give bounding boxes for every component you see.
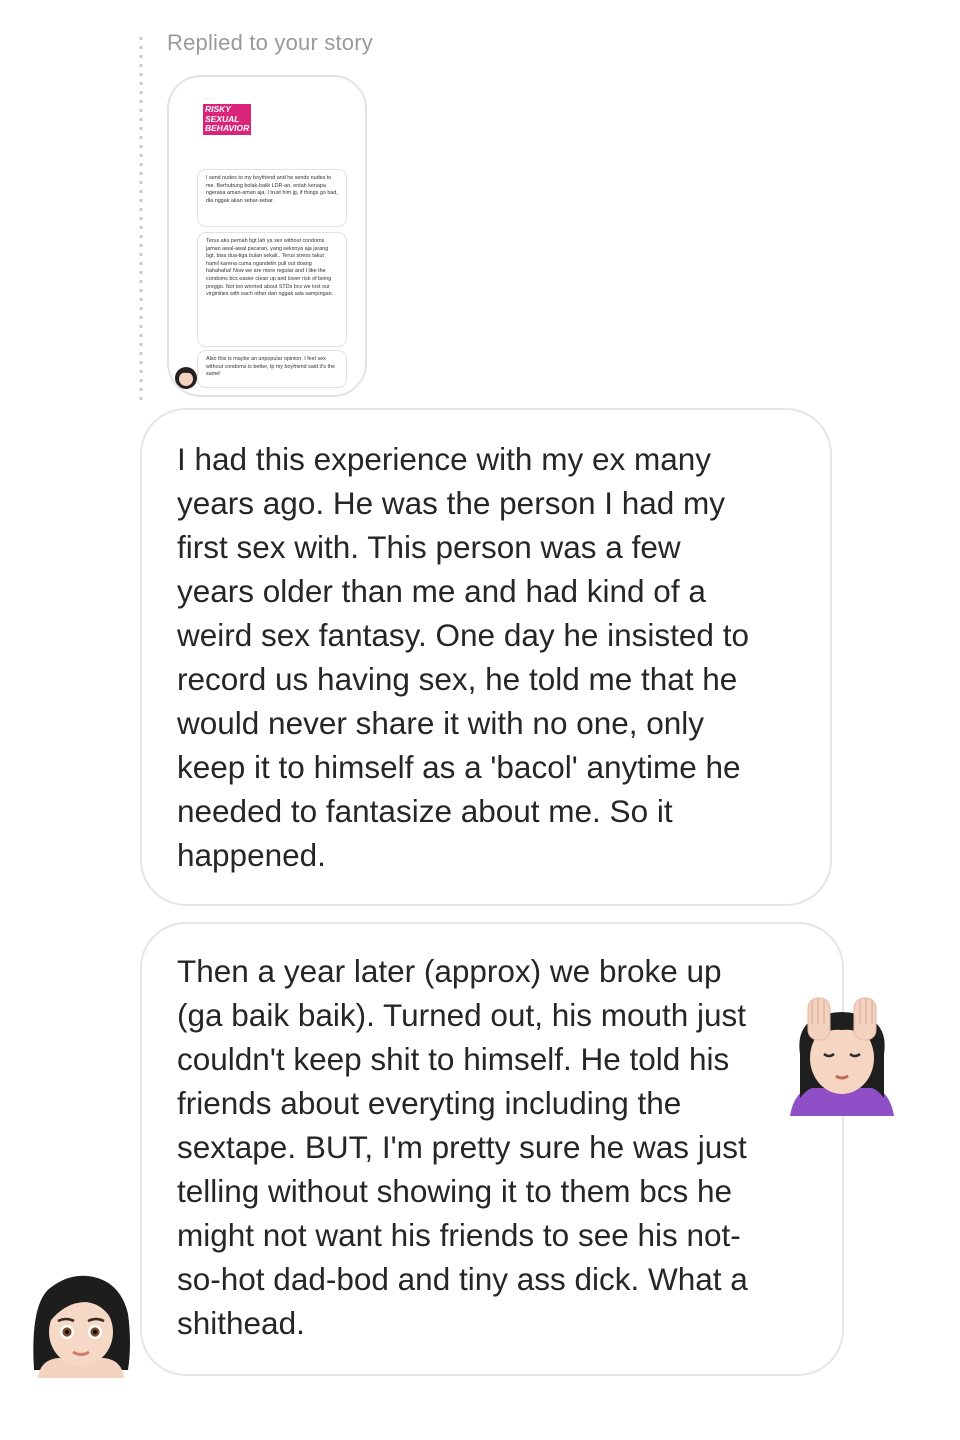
woman-getting-massage-emoji-icon: [790, 997, 894, 1116]
story-tag-line: BEHAVIOR: [205, 123, 250, 133]
woman-avatar-icon: [33, 1275, 131, 1378]
story-quote-bubble: I send nudes to my boyfriend and he send…: [197, 169, 347, 227]
story-header-text: ... ... ...: [204, 96, 214, 100]
story-avatar-icon: [175, 367, 197, 389]
story-tag: RISKY SEXUAL BEHAVIOR: [203, 104, 251, 135]
story-quote-bubble: Terus aku pernah bgt lah ya sex without …: [197, 232, 347, 347]
message-bubble[interactable]: I had this experience with my ex many ye…: [140, 408, 832, 906]
story-thumbnail[interactable]: ... ... ... RISKY SEXUAL BEHAVIOR I send…: [167, 75, 367, 397]
message-bubble[interactable]: Then a year later (approx) we broke up (…: [140, 922, 844, 1376]
replied-to-story-label: Replied to your story: [167, 30, 373, 55]
reply-thread-line: [139, 34, 143, 400]
story-quote-bubble: Also this is maybe an unpopular opinion.…: [197, 350, 347, 388]
